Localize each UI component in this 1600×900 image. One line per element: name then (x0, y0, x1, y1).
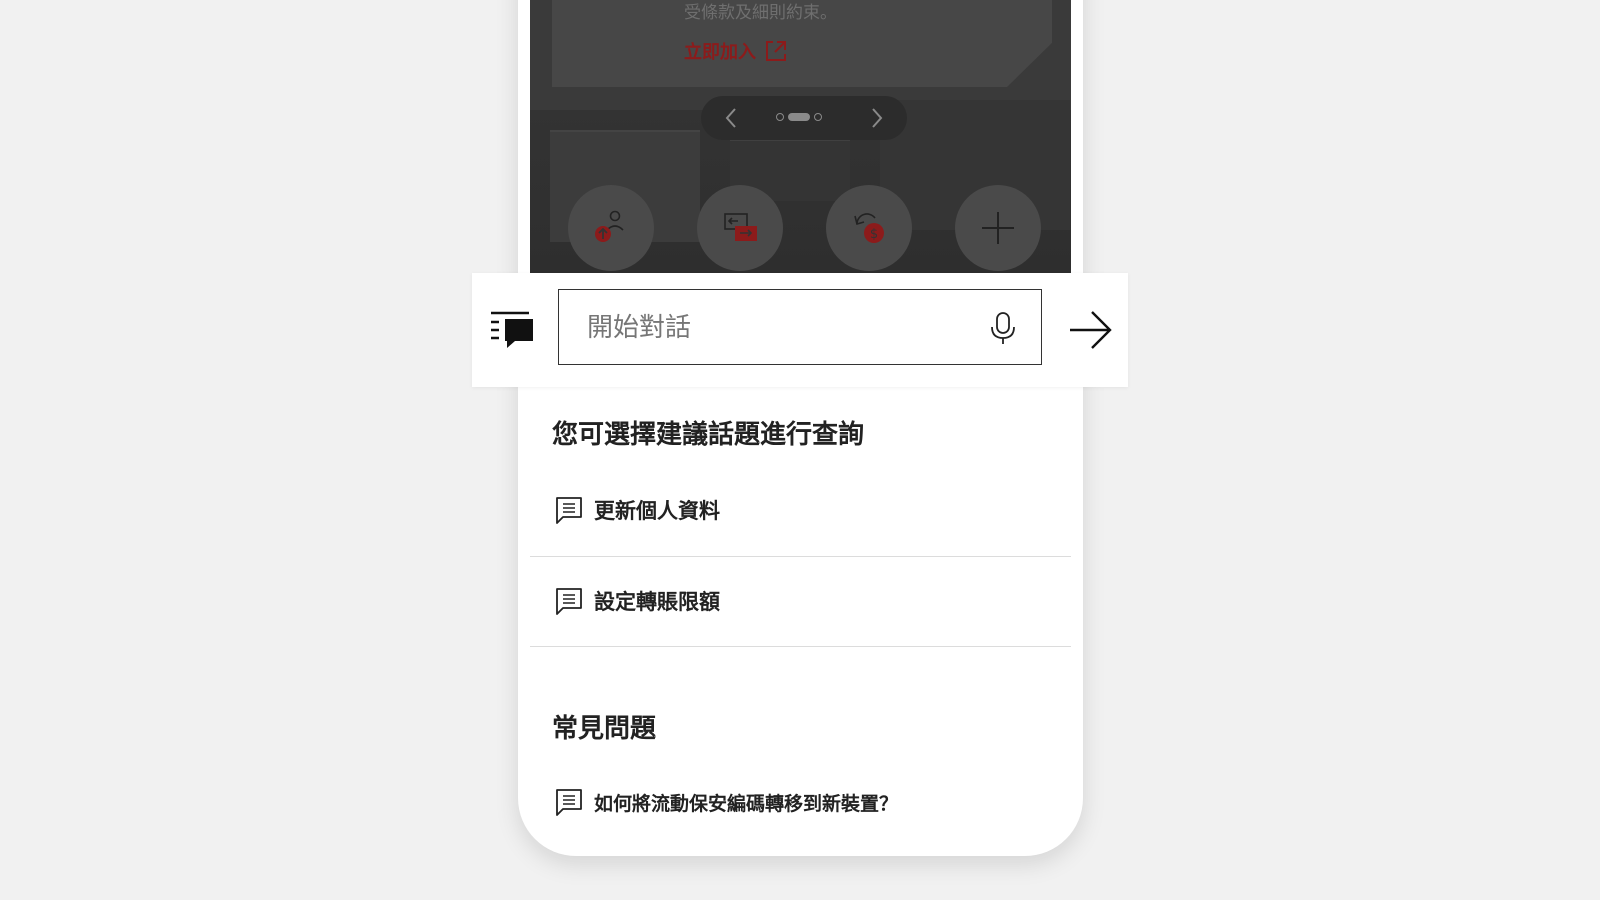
chat-bar (472, 273, 1128, 387)
chat-bubble-icon (556, 789, 582, 816)
quick-actions: $ (568, 185, 1041, 271)
join-now-link[interactable]: 立即加入 (684, 38, 788, 64)
suggestion-label: 更新個人資料 (594, 499, 720, 523)
chat-bubble-icon (556, 497, 582, 524)
voice-input-button[interactable] (985, 310, 1021, 346)
suggestion-item-transfer-limit[interactable]: 設定轉賬限額 (530, 557, 1071, 645)
profile-upload-icon (595, 210, 624, 242)
phone-frame: 受條款及細則約束。 立即加入 $ 您可選擇建議話題進行查詢 更新個人資料 設定轉… (518, 0, 1083, 856)
chat-list-icon (491, 311, 533, 348)
quick-action-transfer[interactable] (697, 185, 783, 271)
chat-input-box (558, 289, 1042, 365)
suggestions-heading: 您可選擇建議話題進行查詢 (552, 420, 865, 450)
stage: 受條款及細則約束。 立即加入 $ 您可選擇建議話題進行查詢 更新個人資料 設定轉… (0, 0, 1600, 900)
join-now-label: 立即加入 (684, 42, 756, 63)
chevron-left-icon (725, 108, 736, 128)
faq-label: 如何將流動保安編碼轉移到新裝置？ (594, 792, 899, 815)
carousel-prev-button[interactable] (711, 96, 751, 140)
chat-bubble-icon (556, 588, 582, 615)
dimmed-home-screen: 受條款及細則約束。 立即加入 $ (530, 0, 1071, 273)
carousel-dot[interactable] (776, 113, 784, 121)
external-link-icon (766, 41, 786, 61)
promo-terms-text: 受條款及細則約束。 (684, 3, 837, 23)
arrow-right-icon (1070, 311, 1112, 349)
suggestion-label: 設定轉賬限額 (594, 590, 720, 614)
chat-input[interactable] (585, 290, 969, 365)
quick-action-currency[interactable]: $ (826, 185, 912, 271)
chat-menu-button[interactable] (489, 309, 537, 351)
currency-exchange-icon: $ (854, 213, 884, 243)
quick-action-profile[interactable] (568, 185, 654, 271)
faq-heading: 常見問題 (552, 714, 657, 744)
chevron-right-icon (872, 108, 883, 128)
microphone-icon (991, 312, 1015, 344)
suggestion-item-update-profile[interactable]: 更新個人資料 (530, 466, 1071, 554)
carousel-dot-active[interactable] (788, 113, 810, 121)
transfer-icon (724, 213, 757, 241)
carousel-dots (776, 113, 822, 121)
svg-text:$: $ (870, 227, 878, 242)
carousel-next-button[interactable] (857, 96, 897, 140)
plus-icon (982, 212, 1014, 244)
carousel-controls (701, 96, 907, 140)
send-button[interactable] (1066, 306, 1114, 354)
carousel-dot[interactable] (814, 113, 822, 121)
quick-action-more[interactable] (955, 185, 1041, 271)
faq-item-transfer-security-code[interactable]: 如何將流動保安編碼轉移到新裝置？ (530, 758, 1071, 846)
divider (530, 646, 1071, 647)
